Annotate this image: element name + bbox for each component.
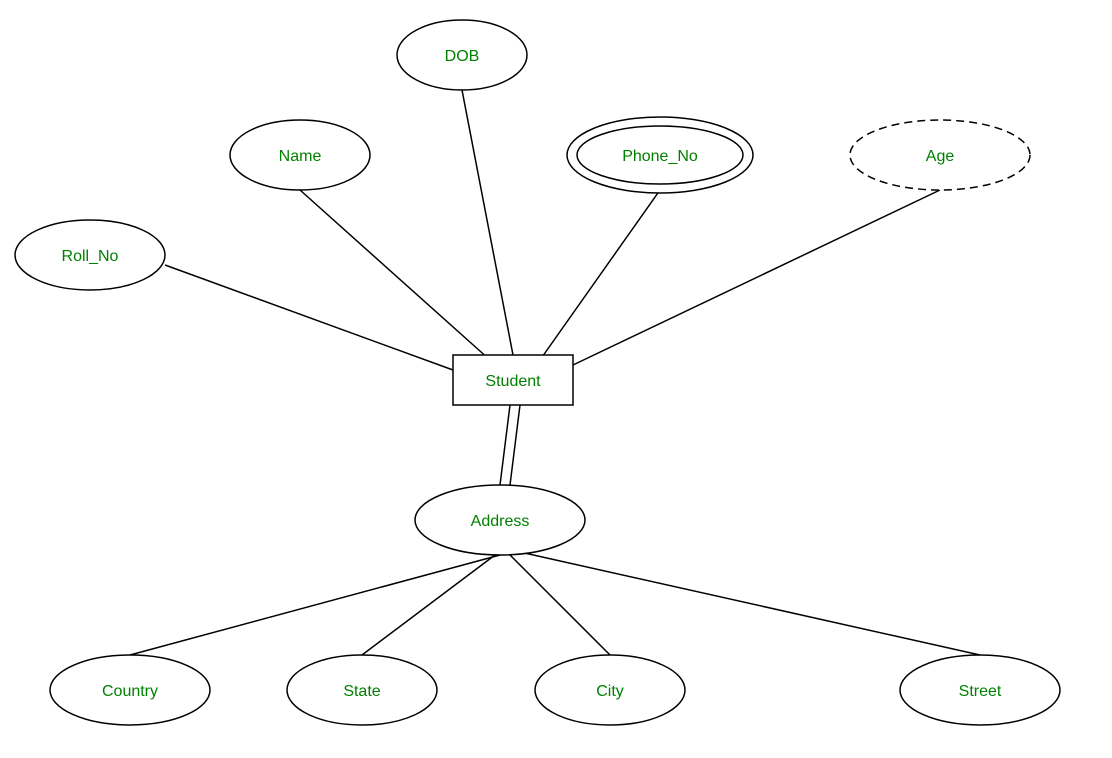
rollno-label: Roll_No <box>62 248 119 265</box>
line-address-city <box>510 555 610 655</box>
city-label: City <box>596 683 624 700</box>
line-student-dob <box>462 90 513 355</box>
line-student-rollno <box>165 265 453 370</box>
street-label: Street <box>959 683 1002 700</box>
line-student-address-2 <box>510 405 520 485</box>
line-address-street <box>520 552 980 655</box>
line-student-address-1 <box>500 405 510 485</box>
line-student-name <box>300 190 490 360</box>
state-label: State <box>343 683 380 700</box>
dob-label: DOB <box>445 48 480 65</box>
line-address-country <box>130 555 500 655</box>
name-label: Name <box>279 148 322 165</box>
line-student-phone <box>540 190 660 360</box>
address-label: Address <box>471 513 530 530</box>
line-student-age <box>573 190 940 365</box>
line-address-state <box>362 555 495 655</box>
country-label: Country <box>102 683 158 700</box>
phone-label: Phone_No <box>622 148 698 165</box>
student-label: Student <box>485 373 541 390</box>
age-label: Age <box>926 148 955 165</box>
